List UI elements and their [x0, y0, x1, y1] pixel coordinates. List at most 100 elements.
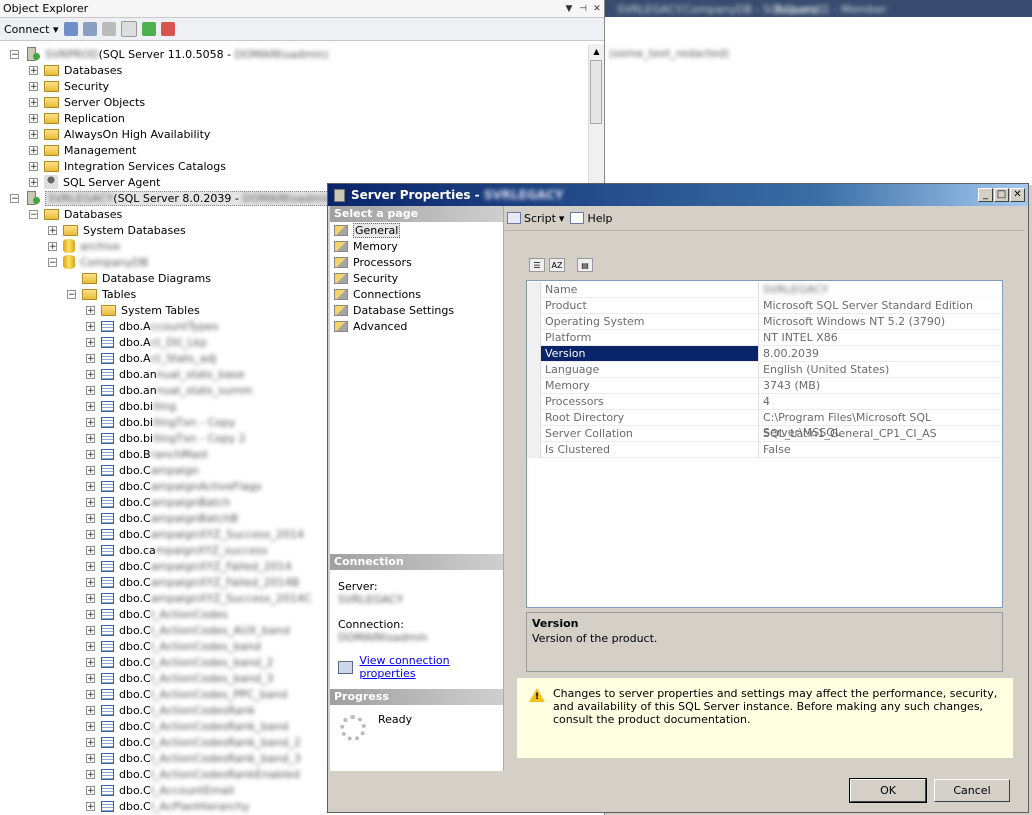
expand-icon[interactable]: + — [86, 609, 95, 619]
property-pages-icon[interactable]: ▤ — [577, 258, 593, 272]
tree-node[interactable]: + Databases — [29, 62, 122, 78]
tree-node[interactable]: − CompanyDB — [48, 254, 148, 270]
tree-node[interactable]: + AlwaysOn High Availability — [29, 126, 210, 142]
tree-node[interactable]: + Integration Services Catalogs — [29, 158, 226, 174]
expand-icon[interactable]: + — [86, 305, 95, 315]
expand-icon[interactable]: + — [86, 801, 95, 811]
property-row[interactable]: Processors 4 — [527, 394, 1002, 410]
tree-node[interactable]: − Tables — [67, 286, 136, 302]
expand-icon[interactable]: + — [86, 641, 95, 651]
tree-node[interactable]: + archive — [48, 238, 120, 254]
maximize-button[interactable]: □ — [994, 188, 1009, 202]
tree-node-table[interactable]: + dbo.billingTxn - Copy — [86, 414, 235, 430]
tree-node-table[interactable]: + dbo.CampaignXYZ_Success_2014 — [86, 526, 304, 542]
tree-node-table[interactable]: + dbo.billingTxn - Copy 2 — [86, 430, 246, 446]
tree-node-table[interactable]: + dbo.CI_ActionCodes_band — [86, 638, 261, 654]
tree-node-table[interactable]: + dbo.Act_Stats_adj — [86, 350, 217, 366]
tree-node-table[interactable]: + dbo.CI_AccountEmail — [86, 782, 234, 798]
help-button[interactable]: Help — [570, 212, 613, 225]
tree-node[interactable]: + Management — [29, 142, 136, 158]
tree-node-table[interactable]: + dbo.CI_ActionCodesRank — [86, 702, 255, 718]
expand-icon[interactable]: + — [86, 705, 95, 715]
property-row[interactable]: Name SVRLEGACY — [527, 282, 1002, 298]
tree-node[interactable]: + System Databases — [48, 222, 186, 238]
close-button[interactable]: ✕ — [1010, 188, 1025, 202]
expand-icon[interactable]: + — [48, 225, 57, 235]
property-row[interactable]: Version 8.00.2039 — [527, 346, 1002, 362]
dropdown-icon[interactable]: ▼ — [562, 4, 576, 14]
tree-node[interactable]: + Security — [29, 78, 109, 94]
expand-icon[interactable]: + — [86, 337, 95, 347]
expand-icon[interactable]: + — [86, 545, 95, 555]
expand-icon[interactable]: + — [86, 465, 95, 475]
expand-icon[interactable]: + — [86, 561, 95, 571]
expand-icon[interactable]: + — [29, 145, 38, 155]
tree-node-table[interactable]: + dbo.AccountTypes — [86, 318, 218, 334]
expand-icon[interactable]: + — [86, 449, 95, 459]
page-item-memory[interactable]: Memory — [330, 238, 503, 254]
property-row[interactable]: Product Microsoft SQL Server Standard Edi… — [527, 298, 1002, 314]
tree-node-table[interactable]: + dbo.CI_AcPlanHierarchy — [86, 798, 249, 814]
collapse-icon[interactable]: − — [67, 289, 76, 299]
expand-icon[interactable]: + — [29, 81, 38, 91]
activity-monitor-icon[interactable] — [160, 22, 175, 36]
tree-node-table[interactable]: + dbo.BranchMast — [86, 446, 208, 462]
filter-icon[interactable] — [120, 21, 137, 37]
stop-icon[interactable] — [101, 22, 116, 36]
expand-icon[interactable]: + — [86, 593, 95, 603]
view-connection-properties-link[interactable]: View connection properties — [330, 654, 503, 680]
expand-icon[interactable]: + — [86, 385, 95, 395]
expand-icon[interactable]: + — [86, 369, 95, 379]
property-row[interactable]: Language English (United States) — [527, 362, 1002, 378]
tree-node-table[interactable]: + dbo.CampaignBatchB — [86, 510, 238, 526]
property-row[interactable]: Root Directory C:\Program Files\Microsoft… — [527, 410, 1002, 439]
expand-icon[interactable]: + — [86, 481, 95, 491]
expand-icon[interactable]: + — [86, 433, 95, 443]
expand-icon[interactable]: + — [29, 65, 38, 75]
tree-node[interactable]: + SQL Server Agent — [29, 174, 160, 190]
property-row[interactable]: Platform NT INTEL X86 — [527, 330, 1002, 346]
page-item-security[interactable]: Security — [330, 270, 503, 286]
collapse-icon[interactable]: − — [29, 209, 38, 219]
tree-node-server[interactable]: − SVRPROD(SQL Server 11.0.5058 - DOMAIN\s… — [10, 46, 328, 62]
expand-icon[interactable]: + — [86, 625, 95, 635]
tree-node-table[interactable]: + dbo.CI_ActionCodes_band_3 — [86, 670, 273, 686]
expand-icon[interactable]: + — [86, 721, 95, 731]
property-row[interactable]: Memory 3743 (MB) — [527, 378, 1002, 394]
tree-node-table[interactable]: + dbo.CI_ActionCodes_band_2 — [86, 654, 273, 670]
tree-node-table[interactable]: + dbo.CampaignActiveFlags — [86, 478, 262, 494]
tree-node-table[interactable]: + dbo.CampaignXYZ_Failed_2014B — [86, 574, 299, 590]
tree-node-table[interactable]: + dbo.CI_ActionCodesRank_band_2 — [86, 734, 301, 750]
expand-icon[interactable]: + — [86, 673, 95, 683]
minimize-button[interactable]: _ — [978, 188, 993, 202]
tree-node-table[interactable]: + dbo.annual_stats_summ — [86, 382, 252, 398]
expand-icon[interactable]: + — [29, 97, 38, 107]
page-item-general[interactable]: General — [330, 222, 503, 238]
page-item-advanced[interactable]: Advanced — [330, 318, 503, 334]
tree-node-table[interactable]: + dbo.CampaignBatch — [86, 494, 231, 510]
ok-button[interactable]: OK — [849, 778, 927, 803]
categorized-icon[interactable]: ☰ — [529, 258, 545, 272]
connect-button[interactable]: Connect ▾ — [4, 23, 59, 36]
expand-icon[interactable]: + — [29, 177, 38, 187]
expand-icon[interactable]: + — [48, 241, 57, 251]
dialog-titlebar[interactable]: Server Properties - SVRLEGACY _ □ ✕ — [328, 184, 1028, 206]
tree-node[interactable]: + Server Objects — [29, 94, 145, 110]
expand-icon[interactable]: + — [86, 513, 95, 523]
tree-node-table[interactable]: + dbo.CI_ActionCodesRankEnabled — [86, 766, 300, 782]
tree-node-table[interactable]: + dbo.CI_ActionCodesRank_band — [86, 718, 288, 734]
expand-icon[interactable]: + — [86, 353, 95, 363]
expand-icon[interactable]: + — [86, 737, 95, 747]
expand-icon[interactable]: + — [86, 417, 95, 427]
alphabetical-icon[interactable]: AZ — [549, 258, 565, 272]
refresh-icon[interactable] — [141, 22, 156, 36]
expand-icon[interactable]: + — [86, 769, 95, 779]
tree-node-table[interactable]: + dbo.annual_stats_base — [86, 366, 245, 382]
tree-scrollbar[interactable]: ▲ — [588, 44, 604, 184]
tree-node-table[interactable]: + dbo.CI_ActionCodes — [86, 606, 228, 622]
pin-icon[interactable]: ⊣ — [576, 4, 590, 14]
property-row[interactable]: Server Collation SQL_Latin1_General_CP1_C… — [527, 426, 1002, 442]
expand-icon[interactable]: + — [86, 497, 95, 507]
script-button[interactable]: Script ▾ — [507, 212, 564, 225]
tree-node-table[interactable]: + dbo.billing — [86, 398, 176, 414]
